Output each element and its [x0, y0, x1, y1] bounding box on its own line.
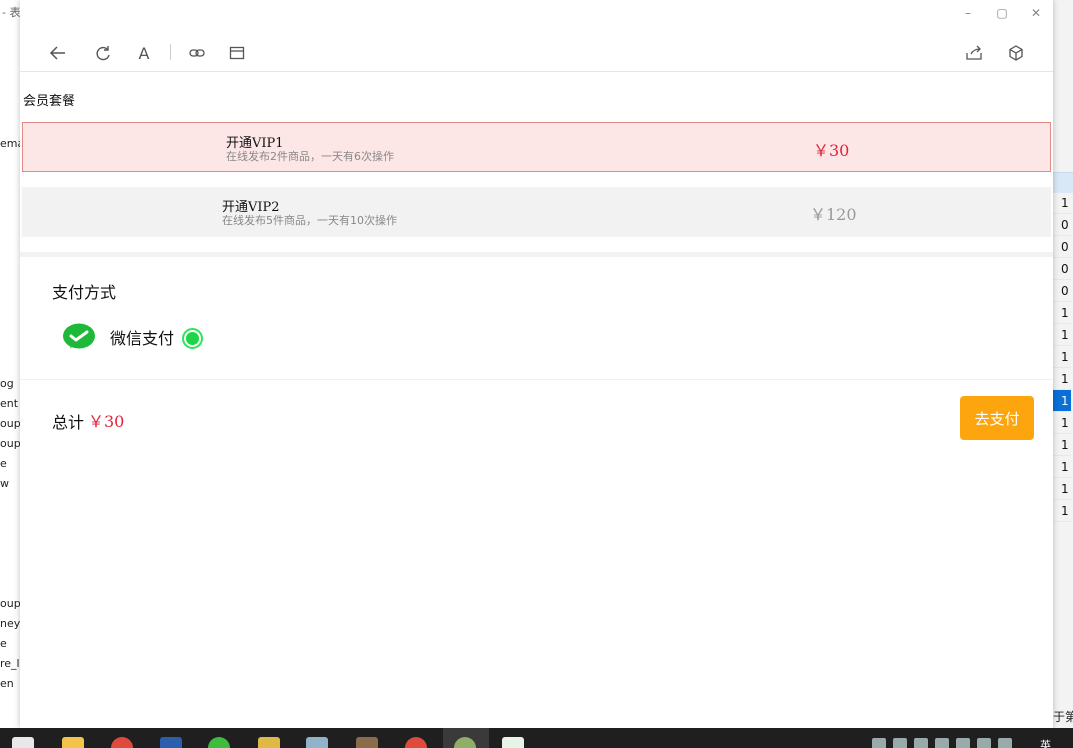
- store-icon[interactable]: [12, 737, 34, 748]
- tray-icon[interactable]: [893, 738, 907, 748]
- background-list-item: re_l: [0, 657, 20, 670]
- tray-icon[interactable]: [956, 738, 970, 748]
- system-tray: [872, 738, 1012, 748]
- app-icon[interactable]: [258, 737, 280, 748]
- toolbar-separator: [170, 44, 171, 60]
- background-list-item: ent: [0, 397, 19, 410]
- total-label: 总计: [52, 413, 85, 432]
- background-list-item: w: [0, 477, 9, 490]
- radio-selected-dot: [186, 332, 199, 345]
- wechat-pay-option[interactable]: 微信支付: [62, 320, 212, 354]
- background-table-cell: 1: [1053, 434, 1071, 456]
- refresh-icon[interactable]: [92, 42, 114, 64]
- background-table-header: [1053, 172, 1073, 193]
- tray-icon[interactable]: [872, 738, 886, 748]
- plan-price: ￥120: [810, 205, 857, 224]
- background-table-cell: 1: [1053, 346, 1071, 368]
- plan-option-vip2[interactable]: 开通VIP2 在线发布5件商品，一天有10次操作 ￥120: [22, 187, 1051, 237]
- background-table-cell: 0: [1053, 258, 1071, 280]
- background-table-cell: 1: [1053, 412, 1071, 434]
- background-table-cell: 1: [1053, 456, 1071, 478]
- word-icon[interactable]: [160, 737, 182, 748]
- back-arrow-icon[interactable]: [47, 42, 69, 64]
- background-list-item: oup_: [0, 437, 20, 450]
- pay-button[interactable]: 去支付: [960, 396, 1034, 440]
- background-list-item: e: [0, 457, 7, 470]
- background-table-cell-selected: 1: [1053, 390, 1071, 412]
- section-divider-thin: [20, 379, 1053, 380]
- title-bar: – ▢ ✕: [20, 0, 1053, 28]
- maximize-button[interactable]: ▢: [989, 4, 1015, 22]
- background-list-item: oup: [0, 417, 20, 430]
- background-table-cell: 1: [1053, 302, 1071, 324]
- window-icon[interactable]: [226, 42, 248, 64]
- background-table-cell: 0: [1053, 214, 1071, 236]
- chrome-icon[interactable]: [405, 737, 427, 748]
- browser-toolbar: A: [20, 34, 1053, 72]
- background-table-cell: 0: [1053, 236, 1071, 258]
- background-table-cell: 1: [1053, 324, 1071, 346]
- page-title: 会员套餐: [23, 94, 76, 109]
- plan-option-vip1[interactable]: 开通VIP1 在线发布2件商品，一天有6次操作 ￥30: [22, 122, 1051, 172]
- payment-method-heading: 支付方式: [52, 283, 117, 302]
- background-table-cell: 1: [1053, 368, 1071, 390]
- wechat-pay-icon: [62, 322, 96, 352]
- plan-price: ￥30: [813, 141, 850, 160]
- section-divider: [20, 252, 1053, 257]
- tray-icon[interactable]: [914, 738, 928, 748]
- plan-description: 在线发布5件商品，一天有10次操作: [222, 214, 397, 227]
- background-list-item: ney: [0, 617, 20, 630]
- background-status-text: 于第: [1053, 710, 1073, 724]
- background-list-item: en: [0, 677, 14, 690]
- share-icon[interactable]: [963, 42, 985, 64]
- wechat-icon[interactable]: [208, 737, 230, 748]
- minimize-button[interactable]: –: [955, 4, 981, 22]
- tray-icon[interactable]: [935, 738, 949, 748]
- background-list-item: e: [0, 637, 7, 650]
- folder-icon[interactable]: [62, 737, 84, 748]
- background-list-item: og: [0, 377, 14, 390]
- link-icon[interactable]: [186, 42, 208, 64]
- background-list-item: ema: [0, 137, 20, 150]
- app-window: – ▢ ✕ A 会员套餐 开通VIP1 在线发布2件商品，一天有6次操作 ￥30: [20, 0, 1053, 728]
- background-table-cell: 1: [1053, 500, 1071, 522]
- tray-icon[interactable]: [977, 738, 991, 748]
- wechat-pay-label: 微信支付: [110, 329, 175, 348]
- tray-icon[interactable]: [998, 738, 1012, 748]
- plan-description: 在线发布2件商品，一天有6次操作: [226, 150, 394, 163]
- close-button[interactable]: ✕: [1023, 4, 1049, 22]
- wechat-pay-radio[interactable]: [182, 328, 203, 349]
- background-table-cell: 1: [1053, 478, 1071, 500]
- taskbar: 英: [0, 728, 1073, 748]
- phone-icon[interactable]: [306, 737, 328, 748]
- font-icon[interactable]: A: [133, 42, 155, 64]
- total-amount: ￥30: [88, 412, 125, 431]
- background-app-right: 1 0 0 0 0 1 1 1 1 1 1 1 1 1 1 于第: [1053, 0, 1073, 728]
- background-app-left: - 表 ema og ent oup oup_ e w oup ney e re…: [0, 0, 20, 728]
- chrome-icon[interactable]: [111, 737, 133, 748]
- sublime-icon[interactable]: [356, 737, 378, 748]
- background-app-title: - 表: [2, 6, 20, 19]
- cube-icon[interactable]: [1005, 42, 1027, 64]
- background-table-cell: 1: [1053, 192, 1071, 214]
- code-icon[interactable]: [502, 737, 524, 748]
- background-table-cell: 0: [1053, 280, 1071, 302]
- input-language-indicator[interactable]: 英: [1040, 737, 1051, 748]
- background-list-item: oup: [0, 597, 20, 610]
